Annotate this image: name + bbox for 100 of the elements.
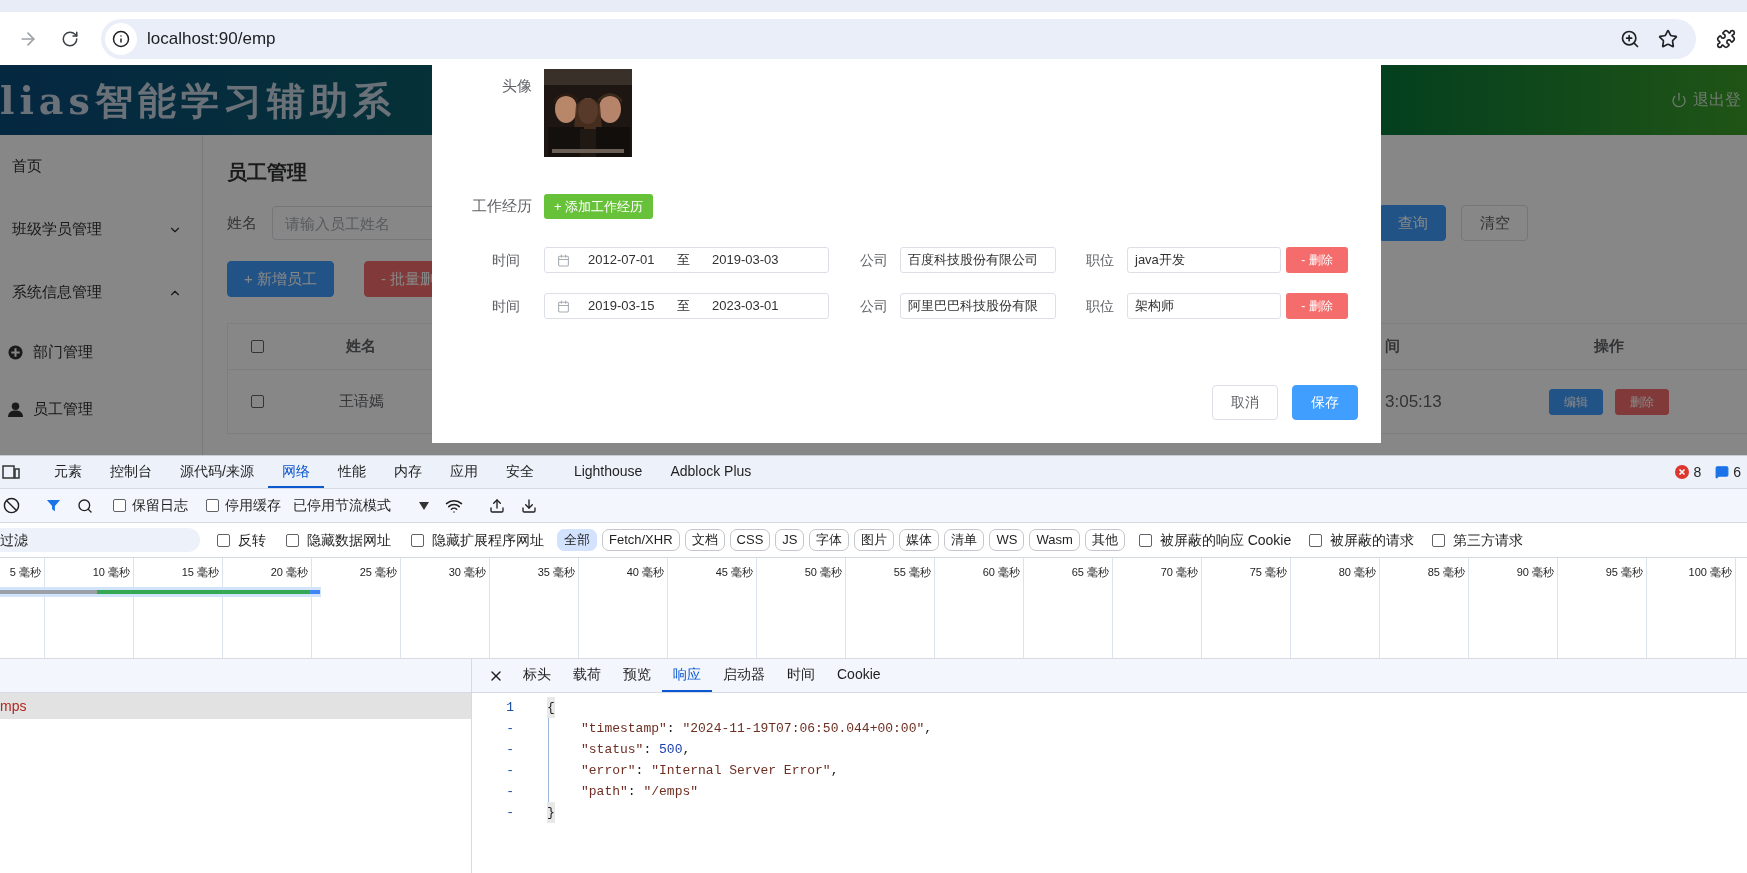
zoom-icon[interactable] (1620, 28, 1640, 49)
field-label: 职位 (1086, 250, 1115, 270)
column-header: 操作 (1592, 336, 1625, 357)
type-filter-chip[interactable]: 全部 (557, 529, 597, 551)
devtools-tab[interactable]: 性能 (323, 456, 380, 488)
checkbox[interactable] (411, 533, 424, 547)
reload-icon[interactable] (61, 29, 79, 48)
bookmark-star-icon[interactable] (1658, 28, 1678, 49)
devtools-tab[interactable]: Adblock Plus (656, 456, 766, 488)
throttling-dropdown[interactable]: 已停用节流模式 (293, 495, 429, 516)
field-label: 头像 (501, 76, 532, 96)
line-number: - (505, 741, 515, 759)
timeline-tick: 15 毫秒 (181, 565, 219, 578)
devtools-tab[interactable]: 内存 (379, 456, 436, 488)
dropdown-caret-icon (419, 501, 429, 510)
checkbox[interactable] (1309, 533, 1323, 547)
table-cell-text: 王语嫣 (337, 391, 385, 412)
position-field[interactable]: java开发 (1127, 247, 1281, 273)
type-filter-chip[interactable]: WS (989, 529, 1025, 551)
sidebar-item[interactable]: 班级学员管理 (0, 198, 202, 261)
timeline-tick: 25 毫秒 (359, 565, 397, 578)
timeline-tick: 30 毫秒 (448, 565, 486, 578)
timeline-tick: 5 毫秒 (9, 565, 41, 578)
search-icon[interactable] (77, 497, 93, 514)
filter-icon[interactable] (46, 498, 61, 513)
calendar-icon (557, 253, 570, 267)
checkbox[interactable] (1138, 533, 1152, 547)
download-icon[interactable] (521, 497, 537, 514)
detail-tab[interactable]: 响应 (662, 659, 712, 692)
message-count[interactable]: 6 (1733, 461, 1741, 483)
date-range-field[interactable]: 2019-03-15 至 2023-03-01 (544, 293, 829, 319)
detail-tab[interactable]: 载荷 (562, 659, 612, 692)
type-filter-chip[interactable]: 媒体 (899, 529, 940, 551)
type-filter-chip[interactable]: CSS (729, 529, 771, 551)
type-filter-chip[interactable]: 文档 (684, 529, 725, 551)
checkbox[interactable] (206, 499, 219, 512)
checkbox-label: 隐藏扩展程序网址 (432, 530, 544, 550)
timeline-tick: 60 毫秒 (982, 565, 1020, 578)
table-cell-text: 3:05:13 (1385, 390, 1442, 413)
upload-icon[interactable] (489, 497, 505, 514)
checkbox[interactable] (217, 533, 230, 547)
timeline-tick: 70 毫秒 (1160, 565, 1198, 578)
devtools-tab[interactable]: 安全 (491, 456, 548, 488)
column-header: 间 (1385, 336, 1400, 357)
devtools-tab[interactable]: 元素 (40, 456, 96, 488)
field-label: 公司 (860, 296, 889, 316)
sidebar-subitem[interactable]: 部门管理 (0, 324, 202, 381)
line-number: 1 (505, 699, 515, 717)
checkbox-label: 保留日志 (132, 496, 188, 515)
type-filter-chip[interactable]: JS (775, 529, 805, 551)
type-filter-chip[interactable]: Fetch/XHR (602, 529, 680, 551)
sidebar-item[interactable]: 系统信息管理 (0, 261, 202, 324)
timeline-tick: 85 毫秒 (1427, 565, 1465, 578)
form-button[interactable]: 清空 (1461, 205, 1528, 241)
row-checkbox[interactable] (250, 395, 264, 408)
timeline-tick: 95 毫秒 (1605, 565, 1643, 578)
sidebar-subitem[interactable]: 员工管理 (0, 381, 202, 438)
detail-tab[interactable]: 启动器 (712, 659, 776, 692)
dialog-button[interactable]: 取消 (1212, 385, 1278, 420)
calendar-icon (557, 299, 570, 313)
type-filter-chip[interactable]: 图片 (854, 529, 895, 551)
devtools-tab[interactable]: Lighthouse (559, 456, 657, 488)
device-toggle-icon[interactable] (2, 465, 20, 479)
field-label: 时间 (491, 296, 521, 316)
sidebar-item[interactable]: 首页 (0, 135, 202, 198)
timeline-tick: 55 毫秒 (893, 565, 931, 578)
address-bar[interactable]: localhost:90/emp (101, 18, 1696, 59)
devtools-tab[interactable]: 控制台 (96, 456, 166, 488)
detail-tab[interactable]: 时间 (776, 659, 826, 692)
request-row[interactable]: mps (0, 693, 471, 719)
detail-tab[interactable]: Cookie (826, 659, 892, 692)
checkbox[interactable] (1432, 533, 1446, 547)
company-field[interactable]: 阿里巴巴科技股份有限 (900, 293, 1056, 319)
type-filter-chip[interactable]: 字体 (809, 529, 850, 551)
message-icon (1715, 465, 1730, 479)
line-number: - (505, 762, 515, 780)
site-info-icon[interactable] (105, 22, 137, 55)
clear-icon[interactable] (3, 497, 20, 514)
devtools-tab[interactable]: 应用 (435, 456, 492, 488)
checkbox-label: 被屏蔽的请求 (1330, 530, 1415, 550)
select-all-checkbox[interactable] (250, 340, 264, 353)
field-label: 职位 (1086, 296, 1115, 316)
company-field[interactable]: 百度科技股份有限公司 (900, 247, 1056, 273)
checkbox[interactable] (286, 533, 299, 547)
type-filter-chip[interactable]: Wasm (1029, 529, 1080, 551)
timeline-tick: 75 毫秒 (1249, 565, 1287, 578)
line-number: - (505, 783, 515, 801)
checkbox[interactable] (113, 499, 126, 512)
detail-tab[interactable]: 预览 (612, 659, 662, 692)
type-filter-chip[interactable]: 清单 (944, 529, 985, 551)
devtools-tab[interactable]: 源代码/来源 (166, 456, 268, 488)
error-count[interactable]: 8 (1693, 461, 1702, 483)
date-range-field[interactable]: 2012-07-01 至 2019-03-03 (544, 247, 829, 273)
filter-field[interactable]: 过滤 (0, 528, 200, 552)
extensions-icon[interactable] (1716, 28, 1736, 49)
error-icon (1675, 465, 1690, 479)
detail-tab[interactable]: 标头 (512, 659, 562, 692)
position-field[interactable]: 架构师 (1127, 293, 1281, 319)
type-filter-chip[interactable]: 其他 (1084, 529, 1125, 551)
timeline-tick: 40 毫秒 (626, 565, 664, 578)
